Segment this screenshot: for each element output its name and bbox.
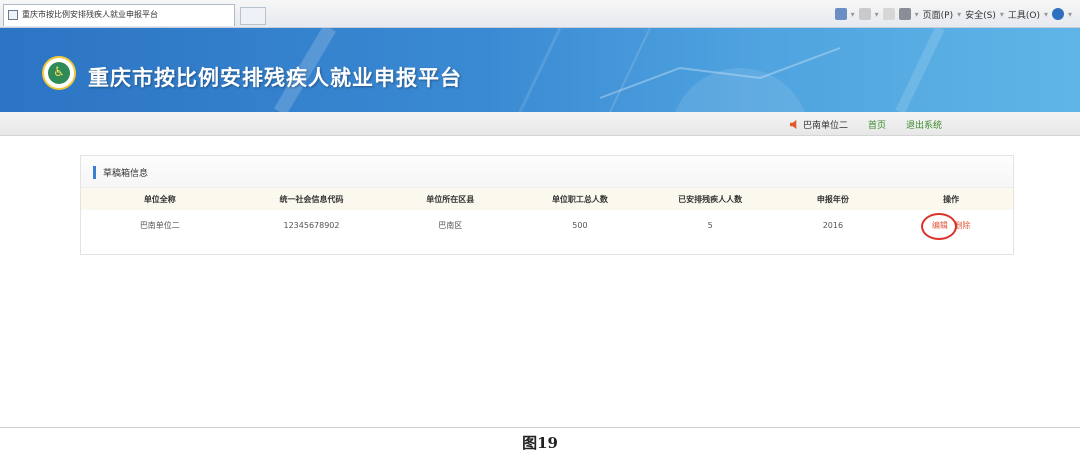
- cell-district: 巴南区: [438, 220, 463, 230]
- delete-link[interactable]: 删除: [954, 221, 970, 230]
- column-header-name: 单位全称: [81, 188, 239, 210]
- page-menu[interactable]: 页面(P): [923, 8, 953, 21]
- cell-disabled-count: 5: [707, 220, 713, 230]
- safety-menu[interactable]: 安全(S): [965, 8, 996, 21]
- table-row: 巴南单位二 12345678902 巴南区 500 5 2016 编辑 删除: [81, 210, 1013, 240]
- drafts-table: 单位全称 统一社会信息代码 单位所在区县 单位职工总人数 已安排残疾人人数 申报…: [81, 188, 1013, 240]
- current-user: 巴南单位二: [789, 118, 848, 131]
- screenshot-bottom-border: [0, 427, 1080, 428]
- cell-name: 巴南单位二: [139, 220, 180, 230]
- cell-year: 2016: [822, 220, 844, 230]
- new-tab-button[interactable]: [240, 7, 266, 25]
- cell-actions: 编辑 删除: [889, 210, 1013, 240]
- panel-title: 草稿箱信息: [103, 169, 149, 179]
- nav-logout-link[interactable]: 退出系统: [906, 118, 942, 131]
- dropdown-arrow-icon[interactable]: ▾: [851, 10, 855, 19]
- current-user-name: 巴南单位二: [802, 121, 848, 131]
- table-header-row: 单位全称 统一社会信息代码 单位所在区县 单位职工总人数 已安排残疾人人数 申报…: [81, 188, 1013, 210]
- site-header-banner: ♿ 重庆市按比例安排残疾人就业申报平台: [0, 28, 1080, 112]
- speaker-icon: [789, 120, 797, 129]
- column-header-staff-total: 单位职工总人数: [516, 188, 644, 210]
- column-header-disabled-count: 已安排残疾人人数: [643, 188, 777, 210]
- mail-icon[interactable]: [882, 8, 895, 20]
- dropdown-arrow-icon[interactable]: ▾: [915, 10, 919, 19]
- browser-tab[interactable]: 重庆市按比例安排残疾人就业申报平台: [3, 4, 235, 26]
- cell-staff-total: 500: [572, 220, 588, 230]
- column-header-year: 申报年份: [776, 188, 890, 210]
- edit-link[interactable]: 编辑: [932, 221, 948, 230]
- home-icon[interactable]: [834, 8, 847, 20]
- command-bar: ▾ ▾ ▾ 页面(P) ▾ 安全(S) ▾ 工具(O) ▾ ▾: [834, 6, 1072, 22]
- panel-title-marker: [93, 166, 96, 179]
- top-nav: 巴南单位二 首页 退出系统: [0, 112, 1080, 136]
- dropdown-arrow-icon[interactable]: ▾: [875, 10, 879, 19]
- column-header-actions: 操作: [889, 188, 1013, 210]
- nav-home-link[interactable]: 首页: [868, 118, 886, 131]
- dropdown-arrow-icon[interactable]: ▾: [1044, 10, 1048, 19]
- feeds-icon[interactable]: [858, 8, 871, 20]
- browser-tab-title: 重庆市按比例安排残疾人就业申报平台: [22, 10, 158, 19]
- tools-menu[interactable]: 工具(O): [1008, 8, 1040, 21]
- site-logo: ♿: [42, 56, 76, 90]
- dropdown-arrow-icon[interactable]: ▾: [1068, 10, 1072, 19]
- site-title: 重庆市按比例安排残疾人就业申报平台: [88, 66, 462, 90]
- drafts-panel: 草稿箱信息 单位全称 统一社会信息代码 单位所在区县 单位职工总人数 已安排残疾…: [80, 155, 1014, 255]
- help-icon[interactable]: [1051, 8, 1064, 20]
- panel-header: 草稿箱信息: [81, 156, 1013, 188]
- column-header-code: 统一社会信息代码: [238, 188, 385, 210]
- browser-toolbar: 重庆市按比例安排残疾人就业申报平台 ▾ ▾ ▾ 页面(P) ▾ 安全(S) ▾ …: [0, 0, 1080, 28]
- dropdown-arrow-icon[interactable]: ▾: [1000, 10, 1004, 19]
- column-header-district: 单位所在区县: [384, 188, 517, 210]
- figure-caption: 图19: [522, 434, 558, 452]
- logo-emblem-icon: ♿: [48, 62, 70, 84]
- cell-code: 12345678902: [283, 220, 340, 230]
- page-icon: [8, 10, 18, 20]
- print-icon[interactable]: [898, 8, 911, 20]
- dropdown-arrow-icon[interactable]: ▾: [957, 10, 961, 19]
